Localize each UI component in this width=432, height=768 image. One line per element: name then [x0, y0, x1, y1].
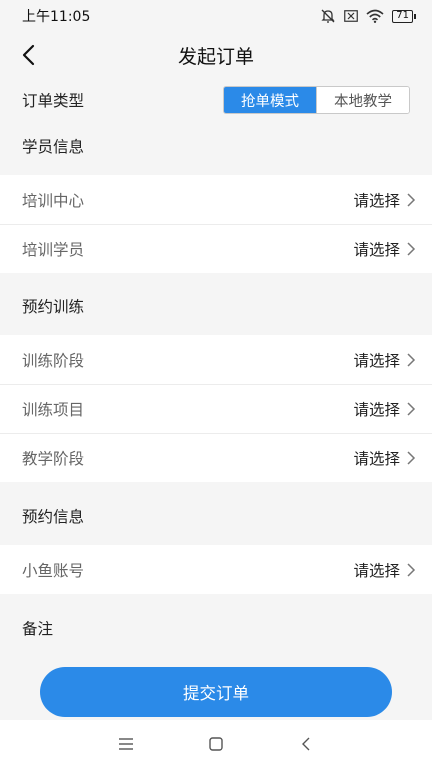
chevron-right-icon: [407, 451, 416, 465]
sim-card-icon: [344, 10, 359, 22]
student-info-card: 培训中心 请选择 培训学员 请选择: [0, 175, 432, 273]
order-type-label: 订单类型: [22, 92, 85, 110]
back-arrow-icon: [22, 44, 35, 66]
submit-order-button[interactable]: 提交订单: [40, 667, 392, 717]
row-label: 培训中心: [22, 191, 85, 210]
back-button[interactable]: [18, 42, 42, 68]
nav-menu-button[interactable]: [81, 720, 171, 768]
nav-home-button[interactable]: [171, 720, 261, 768]
row-value: 请选择: [353, 561, 400, 580]
battery-level: 71: [396, 10, 409, 21]
row-value: 请选择: [353, 191, 400, 210]
section-title-training: 预约训练: [22, 298, 85, 316]
status-icons: 71: [320, 8, 416, 24]
status-bar: 上午11:05 71: [0, 0, 432, 32]
training-card: 训练阶段 请选择 训练项目 请选择 教学阶段 请选择: [0, 335, 432, 482]
row-training-item[interactable]: 训练项目 请选择: [0, 384, 432, 433]
row-label: 培训学员: [22, 241, 85, 259]
row-value: 请选择: [353, 241, 400, 259]
row-trainee[interactable]: 培训学员 请选择: [0, 224, 432, 273]
chevron-right-icon: [407, 562, 416, 577]
status-time: 上午11:05: [22, 9, 91, 25]
row-label: 教学阶段: [22, 450, 85, 468]
row-training-stage[interactable]: 训练阶段 请选择: [0, 335, 432, 384]
row-value: 请选择: [353, 401, 400, 419]
home-icon: [209, 737, 223, 751]
chevron-right-icon: [407, 192, 416, 207]
row-label: 训练阶段: [22, 351, 85, 370]
order-type-option-grab[interactable]: 抢单模式: [224, 87, 316, 113]
order-type-toggle: 抢单模式 本地教学: [223, 86, 410, 114]
section-title-student-info: 学员信息: [22, 138, 85, 156]
row-teaching-stage[interactable]: 教学阶段 请选择: [0, 433, 432, 482]
menu-icon: [119, 738, 133, 750]
battery-icon: 71: [392, 9, 416, 23]
mute-icon: [321, 9, 335, 23]
row-label: 训练项目: [22, 401, 85, 419]
chevron-right-icon: [407, 402, 416, 416]
header: 发起订单: [0, 32, 432, 78]
order-type-option-local[interactable]: 本地教学: [316, 87, 409, 113]
chevron-right-icon: [407, 352, 416, 367]
page-title: 发起订单: [177, 45, 254, 68]
wifi-icon: [366, 9, 384, 23]
row-value: 请选择: [353, 351, 400, 370]
back-icon: [302, 737, 310, 751]
section-title-booking-info: 预约信息: [22, 508, 85, 526]
row-xiaoyu-account[interactable]: 小鱼账号 请选择: [0, 545, 432, 594]
nav-back-button[interactable]: [261, 720, 351, 768]
chevron-right-icon: [407, 242, 416, 256]
row-value: 请选择: [353, 450, 400, 468]
system-nav-bar: [0, 720, 432, 768]
section-title-remark: 备注: [22, 620, 54, 638]
row-training-center[interactable]: 培训中心 请选择: [0, 175, 432, 224]
row-label: 小鱼账号: [22, 561, 85, 580]
booking-info-card: 小鱼账号 请选择: [0, 545, 432, 594]
